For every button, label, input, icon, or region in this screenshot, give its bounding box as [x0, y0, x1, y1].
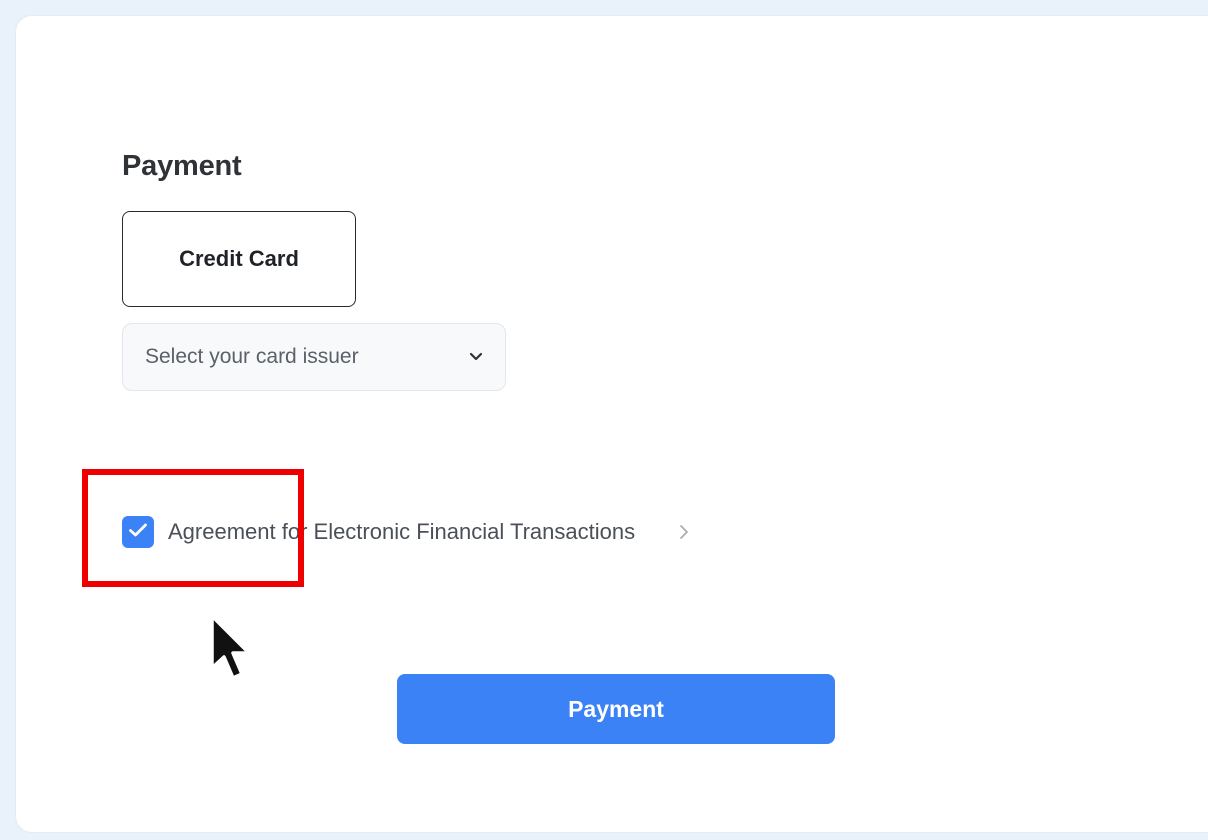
agreement-row: Agreement for Electronic Financial Trans… — [122, 514, 693, 550]
credit-card-method-label: Credit Card — [179, 246, 299, 271]
agreement-label[interactable]: Agreement for Electronic Financial Trans… — [168, 519, 635, 545]
check-icon — [128, 522, 148, 543]
payment-submit-button[interactable]: Payment — [397, 674, 835, 744]
agreement-checkbox[interactable] — [122, 516, 154, 548]
chevron-right-icon[interactable] — [679, 522, 693, 542]
card-issuer-select[interactable]: Select your card issuer — [122, 323, 506, 391]
card-issuer-select-value: Select your card issuer — [145, 345, 359, 368]
chevron-down-icon — [467, 348, 485, 366]
payment-section-title: Payment — [122, 150, 242, 182]
credit-card-method-button[interactable]: Credit Card — [122, 211, 356, 307]
